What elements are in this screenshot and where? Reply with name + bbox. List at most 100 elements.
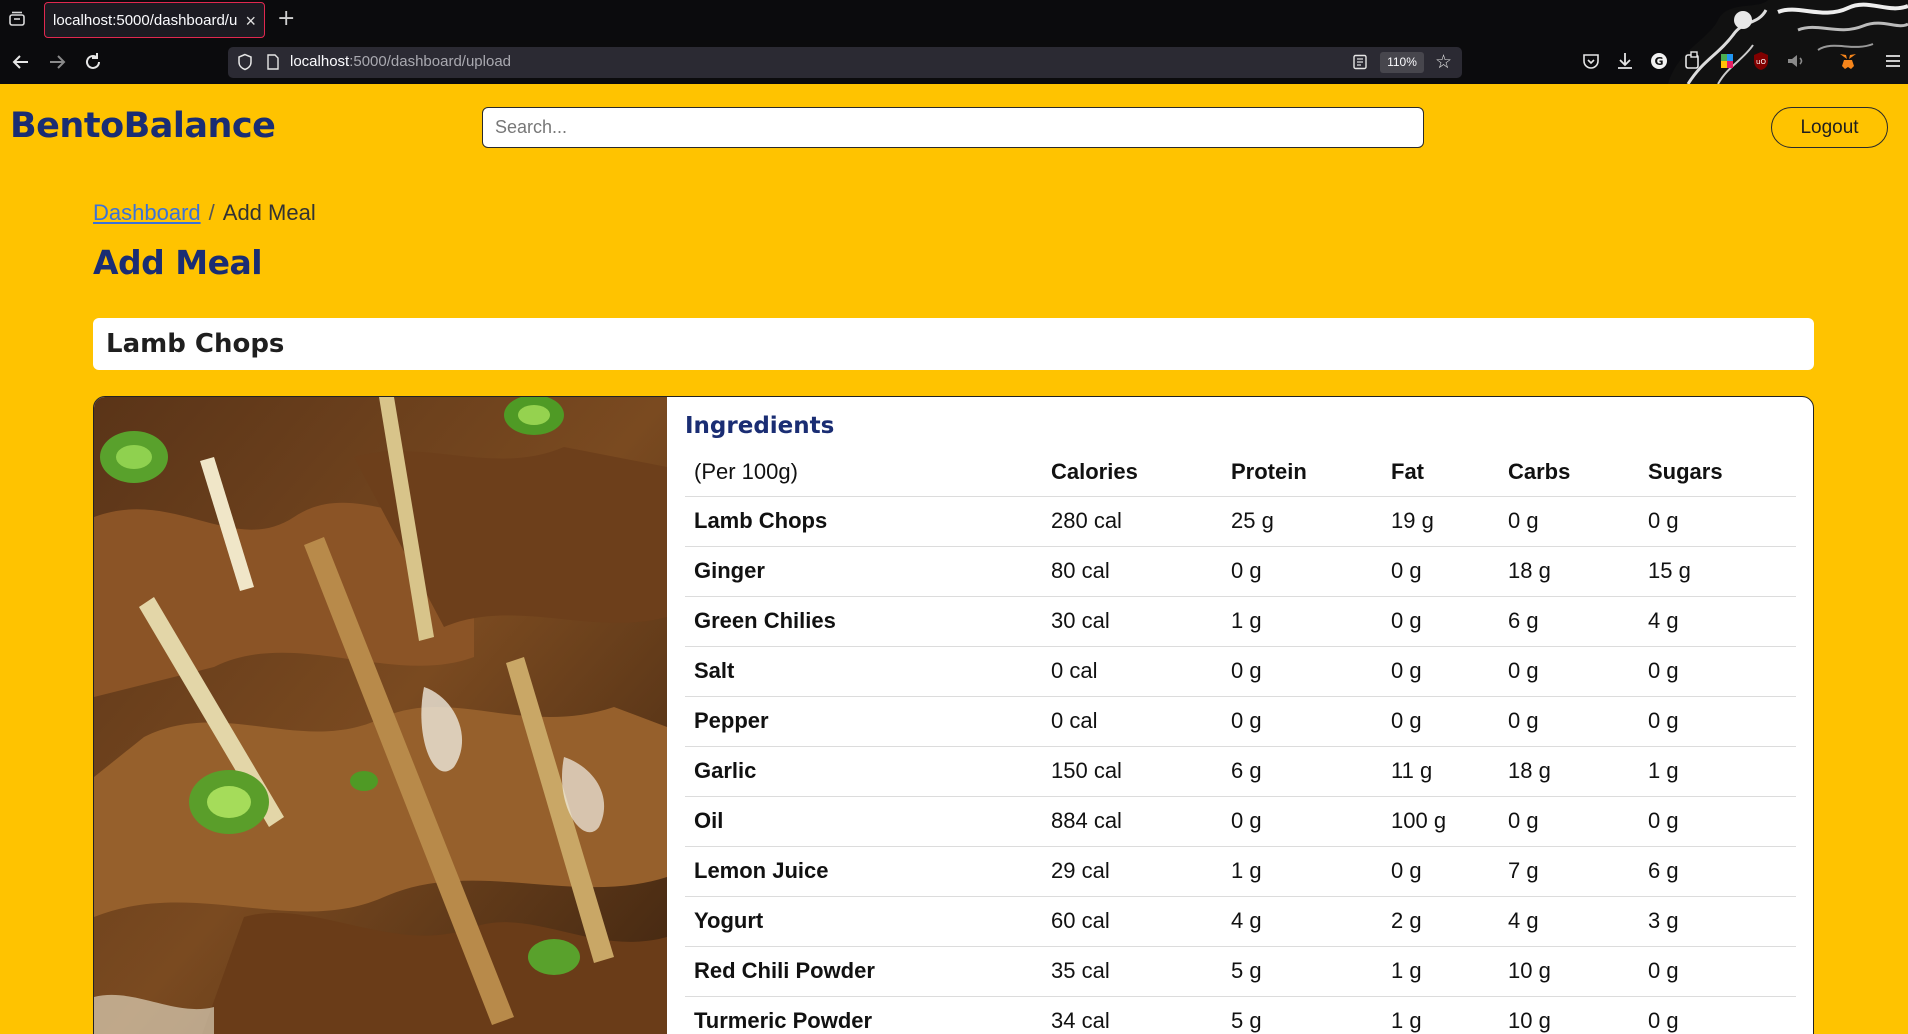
- close-icon[interactable]: ×: [245, 3, 256, 37]
- calories-cell: 30 cal: [1042, 596, 1222, 647]
- ingredient-name: Red Chili Powder: [685, 946, 1042, 997]
- breadcrumb: Dashboard / Add Meal: [93, 200, 316, 226]
- address-bar[interactable]: localhost:5000/dashboard/upload 110% ☆: [228, 47, 1462, 78]
- protein-cell: 5 g: [1222, 996, 1382, 1034]
- shield-icon[interactable]: [236, 53, 254, 71]
- sugars-cell: 0 g: [1639, 496, 1796, 547]
- fat-cell: 100 g: [1382, 796, 1499, 847]
- page-title: Add Meal: [93, 243, 263, 282]
- breadcrumb-dashboard-link[interactable]: Dashboard: [93, 200, 201, 225]
- download-icon[interactable]: [1614, 50, 1636, 72]
- carbs-cell: 0 g: [1499, 796, 1639, 847]
- fat-cell: 1 g: [1382, 946, 1499, 997]
- calories-cell: 150 cal: [1042, 746, 1222, 797]
- carbs-cell: 6 g: [1499, 596, 1639, 647]
- reader-view-icon[interactable]: [1352, 54, 1368, 70]
- fat-cell: 2 g: [1382, 896, 1499, 947]
- protein-cell: 0 g: [1222, 646, 1382, 697]
- table-row: Turmeric Powder 34 cal 5 g1 g 10 g0 g: [685, 996, 1796, 1034]
- sugars-cell: 4 g: [1639, 596, 1796, 647]
- ingredient-name: Yogurt: [685, 896, 1042, 947]
- ingredient-name: Ginger: [685, 546, 1042, 597]
- zoom-level-badge[interactable]: 110%: [1380, 52, 1424, 73]
- calories-cell: 884 cal: [1042, 796, 1222, 847]
- breadcrumb-separator: /: [208, 200, 215, 225]
- plus-icon[interactable]: +: [277, 6, 295, 31]
- pocket-icon[interactable]: [1580, 50, 1602, 72]
- carbs-cell: 18 g: [1499, 746, 1639, 797]
- sugars-cell: 0 g: [1639, 646, 1796, 697]
- fat-cell: 0 g: [1382, 646, 1499, 697]
- app-header: BentoBalance Logout: [0, 84, 1908, 172]
- protein-cell: 0 g: [1222, 796, 1382, 847]
- ingredient-name: Garlic: [685, 746, 1042, 797]
- table-row: Lemon Juice 29 cal 1 g0 g7 g6 g: [685, 846, 1796, 897]
- fat-cell: 11 g: [1382, 746, 1499, 797]
- tab-title: localhost:5000/dashboard/u: [53, 12, 238, 29]
- calories-cell: 80 cal: [1042, 546, 1222, 597]
- table-row: Lamb Chops 280 cal 25 g 19 g0 g0 g: [685, 496, 1796, 547]
- ingredients-table: (Per 100g) Calories Protein Fat Carbs Su…: [685, 449, 1796, 1034]
- carbs-cell: 10 g: [1499, 946, 1639, 997]
- url-path: :5000/dashboard/upload: [349, 53, 512, 70]
- search-input[interactable]: [482, 107, 1424, 148]
- extension-icon[interactable]: [1682, 50, 1704, 72]
- calories-cell: 280 cal: [1042, 496, 1222, 547]
- forward-arrow-icon[interactable]: [45, 50, 69, 74]
- grammarly-icon[interactable]: G: [1648, 50, 1670, 72]
- table-row: Ginger 80 cal 0 g0 g 18 g 15 g: [685, 546, 1796, 597]
- fat-cell: 0 g: [1382, 696, 1499, 747]
- ingredient-name: Green Chilies: [685, 596, 1042, 647]
- carbs-cell: 4 g: [1499, 896, 1639, 947]
- ingredient-name: Pepper: [685, 696, 1042, 747]
- svg-text:uO: uO: [1756, 58, 1766, 66]
- table-header-row: (Per 100g) Calories Protein Fat Carbs Su…: [685, 449, 1796, 497]
- column-header: Sugars: [1639, 449, 1796, 497]
- sugars-cell: 0 g: [1639, 796, 1796, 847]
- ingredient-name: Lemon Juice: [685, 846, 1042, 897]
- meal-photo: [94, 397, 667, 1034]
- sugars-cell: 0 g: [1639, 946, 1796, 997]
- carbs-cell: 0 g: [1499, 496, 1639, 547]
- ingredients-panel: Ingredients (Per 100g) Calories Protein …: [685, 413, 1796, 1034]
- metamask-icon[interactable]: [1837, 50, 1859, 72]
- logout-button[interactable]: Logout: [1771, 107, 1888, 148]
- speaker-icon[interactable]: [1784, 50, 1806, 72]
- brand-logo[interactable]: BentoBalance: [10, 106, 276, 146]
- table-row: Garlic 150 cal 6 g 11 g 18 g1 g: [685, 746, 1796, 797]
- column-header: (Per 100g): [685, 449, 1042, 497]
- calories-cell: 34 cal: [1042, 996, 1222, 1034]
- table-row: Salt 0 cal 0 g0 g0 g0 g: [685, 646, 1796, 697]
- ingredients-title: Ingredients: [685, 413, 835, 439]
- browser-chrome: localhost:5000/dashboard/u × + localhost…: [0, 0, 1908, 84]
- fat-cell: 1 g: [1382, 996, 1499, 1034]
- tab-list-icon[interactable]: [8, 10, 26, 28]
- color-extension-icon[interactable]: [1716, 50, 1738, 72]
- calories-cell: 35 cal: [1042, 946, 1222, 997]
- back-arrow-icon[interactable]: [9, 50, 33, 74]
- carbs-cell: 7 g: [1499, 846, 1639, 897]
- reload-icon[interactable]: [81, 50, 105, 74]
- ingredient-name: Turmeric Powder: [685, 996, 1042, 1034]
- sugars-cell: 0 g: [1639, 996, 1796, 1034]
- bookmark-star-icon[interactable]: ☆: [1435, 52, 1455, 72]
- page-icon[interactable]: [266, 54, 280, 70]
- table-row: Red Chili Powder 35 cal 5 g1 g 10 g0 g: [685, 946, 1796, 997]
- column-header: Carbs: [1499, 449, 1639, 497]
- protein-cell: 1 g: [1222, 846, 1382, 897]
- breadcrumb-current: Add Meal: [222, 200, 316, 225]
- ublock-icon[interactable]: uO: [1750, 50, 1772, 72]
- url-text[interactable]: localhost:5000/dashboard/upload: [290, 53, 511, 70]
- column-header: Fat: [1382, 449, 1499, 497]
- menu-icon[interactable]: [1882, 50, 1904, 72]
- meal-name-input[interactable]: [93, 318, 1814, 370]
- ingredient-name: Salt: [685, 646, 1042, 697]
- tab-bar: localhost:5000/dashboard/u × +: [0, 0, 1908, 40]
- calories-cell: 29 cal: [1042, 846, 1222, 897]
- column-header: Calories: [1042, 449, 1222, 497]
- svg-text:G: G: [1654, 55, 1663, 68]
- browser-tab[interactable]: localhost:5000/dashboard/u ×: [44, 2, 265, 38]
- table-row: Yogurt 60 cal 4 g2 g4 g3 g: [685, 896, 1796, 947]
- fat-cell: 19 g: [1382, 496, 1499, 547]
- table-row: Oil 884 cal 0 g 100 g0 g0 g: [685, 796, 1796, 847]
